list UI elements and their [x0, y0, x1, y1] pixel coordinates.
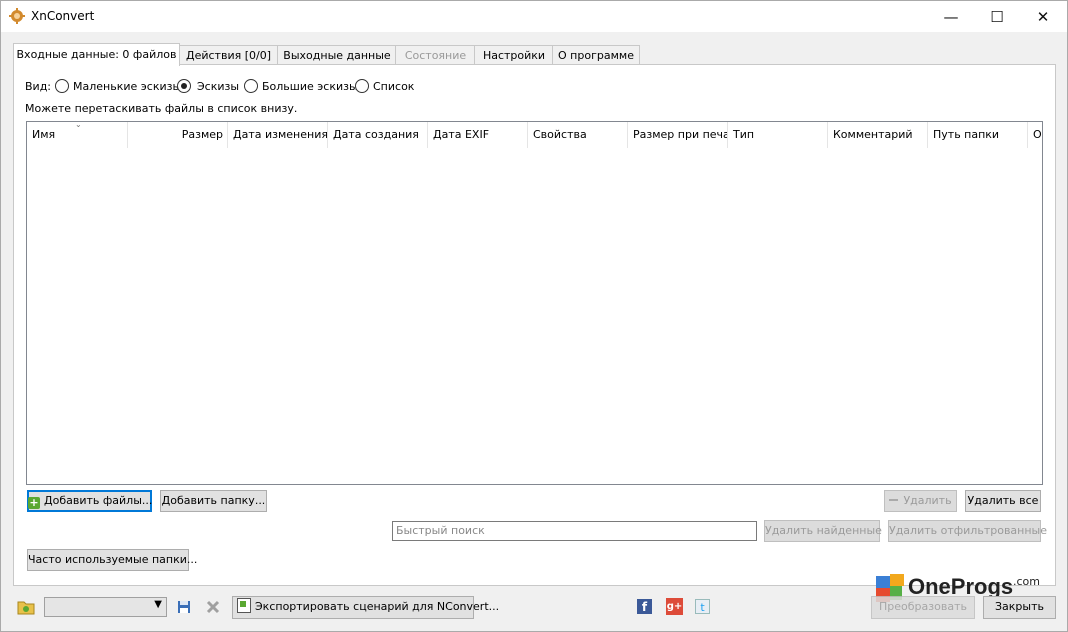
- column-name[interactable]: Имя ⌄: [27, 122, 128, 148]
- delete-filtered-button[interactable]: Удалить отфильтрованные: [888, 520, 1047, 542]
- view-label: Вид:: [25, 80, 52, 93]
- watermark-suffix: .com: [1013, 575, 1040, 588]
- sort-arrow-icon: ⌄: [75, 122, 82, 129]
- column-properties[interactable]: Свойства: [528, 122, 628, 148]
- tab-input[interactable]: Входные данные: 0 файлов: [13, 43, 180, 66]
- export-nconvert-button[interactable]: Экспортировать сценарий для NConvert...: [232, 596, 499, 619]
- close-button[interactable]: Закрыть: [983, 596, 1056, 619]
- column-size[interactable]: Размер: [128, 122, 228, 148]
- minus-icon: [889, 499, 899, 501]
- export-icon: [237, 598, 251, 613]
- xnconvert-gear-icon: [9, 8, 25, 24]
- window-title: XnConvert: [31, 9, 95, 23]
- column-folder-path[interactable]: Путь папки: [928, 122, 1028, 148]
- frequent-folders-button[interactable]: Часто используемые папки...: [27, 549, 197, 571]
- view-small-thumbnails-label[interactable]: Маленькие эскизы: [73, 80, 181, 93]
- add-files-label: Добавить файлы...: [44, 494, 153, 507]
- view-list-radio[interactable]: [355, 79, 369, 93]
- view-thumbnails-radio[interactable]: [177, 79, 191, 93]
- column-exif-date[interactable]: Дата EXIF: [428, 122, 528, 148]
- save-icon[interactable]: [177, 600, 191, 614]
- column-modified-date[interactable]: Дата изменения: [228, 122, 328, 148]
- google-plus-icon[interactable]: g+: [666, 598, 683, 615]
- column-type[interactable]: Тип: [728, 122, 828, 148]
- delete-found-button[interactable]: Удалить найденные: [764, 520, 882, 542]
- folder-icon[interactable]: [17, 599, 35, 615]
- add-files-button[interactable]: + Добавить файлы...: [27, 490, 152, 512]
- app-window: XnConvert — ☐ ✕ Входные данные: 0 файлов…: [0, 0, 1068, 632]
- delete-button[interactable]: Удалить: [884, 490, 957, 512]
- tab-settings[interactable]: Настройки: [474, 45, 554, 65]
- delete-x-icon[interactable]: [206, 600, 220, 614]
- file-list[interactable]: Имя ⌄ Размер Дата изменения Дата создани…: [26, 121, 1043, 485]
- title-bar: XnConvert — ☐ ✕: [1, 1, 1067, 32]
- maximize-button[interactable]: ☐: [974, 1, 1020, 32]
- column-created-date[interactable]: Дата создания: [328, 122, 428, 148]
- tab-actions[interactable]: Действия [0/0]: [178, 45, 279, 65]
- tab-about[interactable]: О программе: [552, 45, 640, 65]
- view-thumbnails-label[interactable]: Эскизы: [197, 80, 239, 93]
- column-print-size[interactable]: Размер при печа: [628, 122, 728, 148]
- view-small-thumbnails-radio[interactable]: [55, 79, 69, 93]
- chevron-down-icon: ▼: [154, 599, 162, 610]
- facebook-icon[interactable]: f: [637, 599, 652, 614]
- add-folder-button[interactable]: Добавить папку...: [160, 490, 267, 512]
- view-large-thumbnails-label[interactable]: Большие эскизы: [262, 80, 358, 93]
- convert-button[interactable]: Преобразовать: [871, 596, 975, 619]
- view-large-thumbnails-radio[interactable]: [244, 79, 258, 93]
- delete-all-button[interactable]: Удалить все: [965, 490, 1041, 512]
- drag-hint: Можете перетаскивать файлы в список вниз…: [25, 102, 298, 115]
- tab-output[interactable]: Выходные данные: [277, 45, 397, 65]
- twitter-icon[interactable]: t: [695, 599, 710, 614]
- plus-icon: +: [28, 496, 40, 509]
- quick-search-input[interactable]: Быстрый поиск: [392, 521, 757, 541]
- column-extra[interactable]: О: [1028, 122, 1042, 148]
- close-window-button[interactable]: ✕: [1020, 1, 1066, 32]
- view-list-label[interactable]: Список: [373, 80, 414, 93]
- export-nconvert-label: Экспортировать сценарий для NConvert...: [255, 600, 500, 613]
- delete-label: Удалить: [903, 494, 952, 507]
- column-comment[interactable]: Комментарий: [828, 122, 928, 148]
- column-name-label: Имя: [32, 128, 56, 141]
- minimize-button[interactable]: —: [928, 1, 974, 32]
- preset-combo[interactable]: ▼: [44, 597, 167, 617]
- tab-status[interactable]: Состояние: [395, 45, 476, 65]
